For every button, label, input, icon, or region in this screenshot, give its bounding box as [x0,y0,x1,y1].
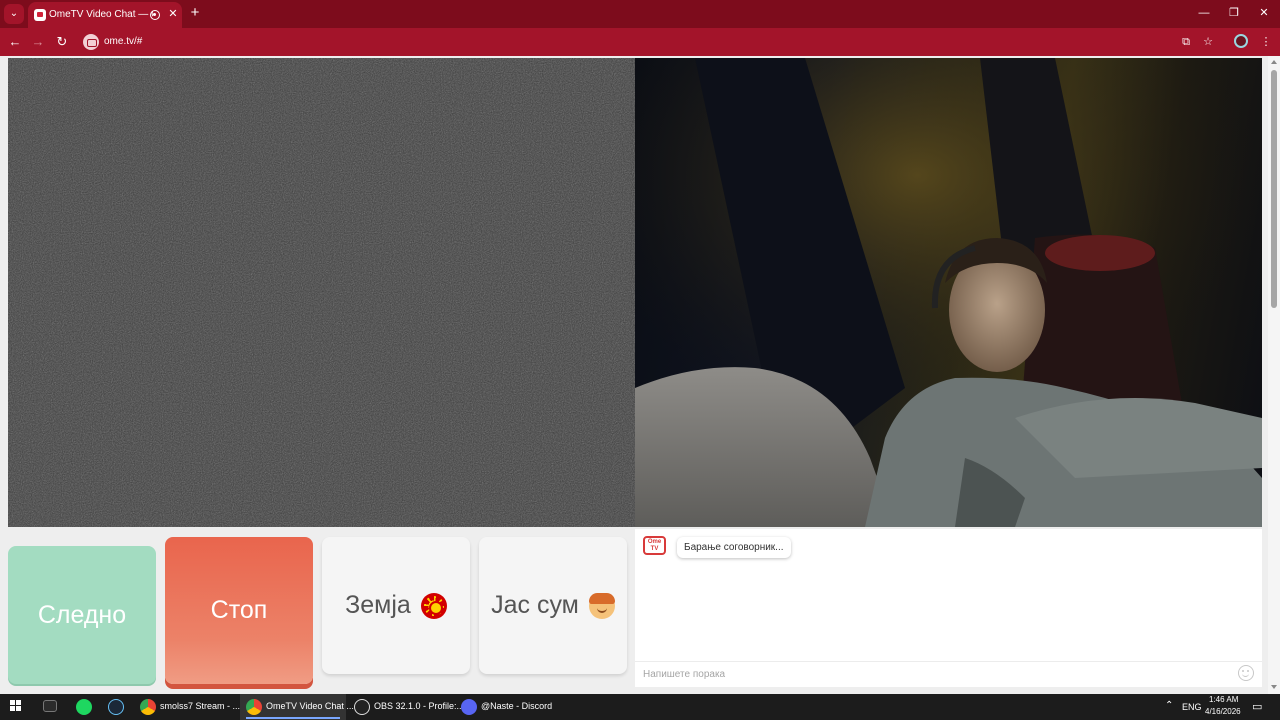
steam-icon [108,699,124,715]
country-button[interactable]: Земја [322,537,470,674]
site-info-icon[interactable] [83,34,99,50]
tab-search-button[interactable]: ⌄ [4,4,24,24]
terminal-icon [43,700,57,712]
discord-icon [461,699,477,715]
taskbar-app-steam[interactable] [102,694,128,720]
static-noise [8,58,635,527]
browser-menu-icon[interactable]: ⋮ [1257,33,1275,51]
ometv-favicon-icon [34,9,46,21]
minimize-button[interactable]: — [1193,4,1215,22]
taskbar-app-chrome-stream[interactable]: smolss7 Stream - ... [134,694,240,720]
gender-button[interactable]: Јас сум [479,537,627,674]
chat-message-input[interactable] [643,667,1223,681]
clock-time[interactable]: 1:46 AM [1209,695,1238,704]
chrome-icon [140,699,156,715]
camera-scene [635,58,1262,527]
stop-label: Стоп [210,596,268,624]
scroll-down-arrow-icon[interactable] [1271,684,1277,690]
spotify-icon [76,699,92,715]
taskbar-app-terminal[interactable] [38,694,62,720]
taskbar-app-label: OmeTV Video Chat ... [266,701,354,711]
obs-icon [354,699,370,715]
tab-close-icon[interactable]: ✕ [166,7,180,21]
partner-video [8,58,635,527]
close-window-button[interactable]: ✕ [1253,4,1275,22]
next-label: Следно [37,600,127,629]
windows-start-icon[interactable] [10,700,22,712]
ometv-logo-icon: Ome TV [643,536,666,555]
country-label: Земја [345,591,411,619]
address-bar[interactable]: ome.tv/# [104,36,142,49]
browser-tab-ometv[interactable]: OmeTV Video Chat — Ome ✕ [28,2,182,28]
next-button[interactable]: Следно [8,546,156,684]
tray-overflow-icon[interactable]: ⌃ [1165,700,1173,711]
maximize-button[interactable]: ❐ [1223,4,1245,22]
boy-emoji-icon [588,592,615,619]
taskbar-app-obs[interactable]: OBS 32.1.0 - Profile:... [348,694,464,720]
emoji-picker-icon[interactable] [1238,665,1254,681]
install-app-icon[interactable]: ⧉ [1177,33,1195,51]
new-tab-button[interactable]: + [186,4,204,22]
reload-button[interactable]: ↻ [53,33,71,51]
chat-divider [635,661,1262,662]
taskbar-app-chrome-ometv[interactable]: OmeTV Video Chat ... [240,694,354,720]
stop-button[interactable]: Стоп [165,537,313,684]
macedonia-flag-icon [420,592,447,619]
bookmark-star-icon[interactable]: ☆ [1199,33,1217,51]
back-button[interactable]: ← [6,33,24,51]
taskbar-app-label: @Naste - Discord [481,701,553,711]
language-indicator[interactable]: ENG [1182,702,1202,712]
notification-icon[interactable]: ▭ [1252,700,1262,713]
taskbar-app-label: smolss7 Stream - ... [160,701,241,711]
clock-date[interactable]: 4/16/2026 [1205,707,1241,716]
profile-avatar[interactable] [1234,34,1248,48]
gender-label: Јас сум [491,591,579,619]
recording-indicator-icon [150,10,160,20]
taskbar-app-discord[interactable]: @Naste - Discord [455,694,555,720]
active-app-indicator [246,717,340,719]
chat-status-message: Барање соговорник... [677,537,791,558]
taskbar-app-label: OBS 32.1.0 - Profile:... [374,701,465,711]
taskbar-app-spotify[interactable] [70,694,96,720]
scroll-thumb[interactable] [1271,70,1277,308]
chrome-icon [246,699,262,715]
own-camera-video [635,58,1262,527]
scroll-up-arrow-icon[interactable] [1271,59,1277,65]
browser-toolbar: ← → ↻ [0,28,1280,56]
tab-title: OmeTV Video Chat — Ome [49,9,153,20]
forward-button[interactable]: → [29,33,47,51]
